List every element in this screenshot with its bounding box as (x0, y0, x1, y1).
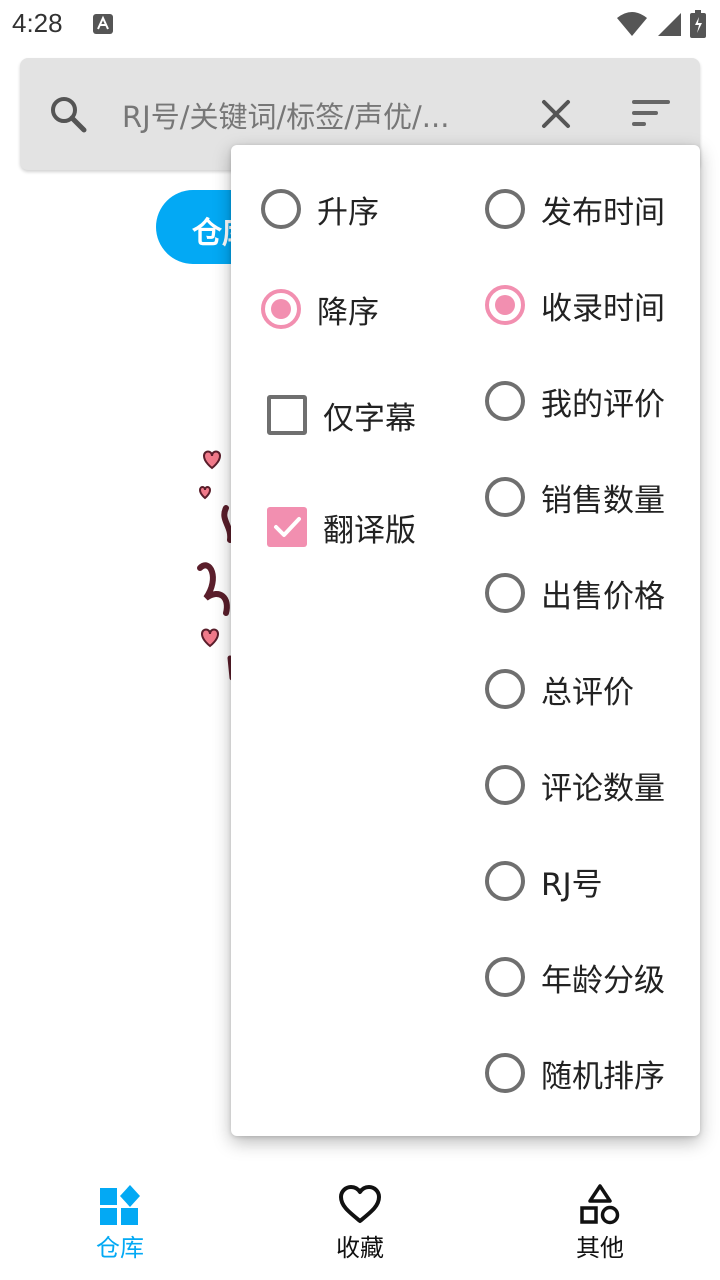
sort-field-price[interactable]: 出售价格 (485, 561, 665, 625)
status-icons (616, 10, 706, 42)
sort-field-my-rating[interactable]: 我的评价 (485, 369, 665, 433)
option-label: 出售价格 (541, 578, 665, 615)
close-icon[interactable] (538, 96, 574, 136)
option-label: 降序 (317, 294, 379, 331)
battery-icon (690, 10, 706, 42)
option-label: RJ号 (541, 866, 603, 903)
sort-field-total-rating[interactable]: 总评价 (485, 657, 634, 721)
option-label: 总评价 (541, 674, 634, 711)
nav-item-warehouse[interactable]: 仓库 (50, 1184, 190, 1263)
nav-item-favorites[interactable]: 收藏 (290, 1184, 430, 1263)
radio-button[interactable] (485, 861, 525, 901)
option-label: 发布时间 (541, 194, 665, 231)
sort-field-age-rating[interactable]: 年龄分级 (485, 945, 665, 1009)
order-descending-option[interactable]: 降序 (261, 277, 379, 341)
status-time: 4:28 (12, 8, 63, 38)
bottom-nav: 仓库 收藏 其他 (0, 1170, 720, 1280)
nav-label: 仓库 (96, 1234, 144, 1262)
search-icon[interactable] (48, 94, 88, 138)
radio-button-selected[interactable] (261, 289, 301, 329)
option-label: 我的评价 (541, 386, 665, 423)
radio-button[interactable] (485, 957, 525, 997)
option-label: 仅字幕 (323, 400, 416, 437)
radio-button[interactable] (485, 669, 525, 709)
sort-field-review-count[interactable]: 评论数量 (485, 753, 665, 817)
sort-field-random[interactable]: 随机排序 (485, 1041, 665, 1105)
radio-button[interactable] (485, 381, 525, 421)
option-label: 销售数量 (541, 482, 665, 519)
nav-item-other[interactable]: 其他 (530, 1184, 670, 1263)
order-ascending-option[interactable]: 升序 (261, 177, 379, 241)
option-label: 收录时间 (541, 290, 665, 327)
checkbox-checked[interactable] (267, 507, 307, 547)
sort-icon[interactable] (632, 98, 670, 132)
option-label: 升序 (317, 194, 379, 231)
sort-field-sales[interactable]: 销售数量 (485, 465, 665, 529)
wifi-icon (616, 11, 648, 41)
shapes-icon (580, 1184, 620, 1225)
heart-icon (339, 1185, 381, 1223)
sort-field-added-date[interactable]: 收录时间 (485, 273, 665, 337)
search-input[interactable]: RJ号/关键词/标签/声优/... (122, 94, 502, 136)
check-icon (274, 517, 301, 537)
grid-diamond-icon (100, 1185, 140, 1225)
nav-label: 收藏 (336, 1234, 384, 1262)
signal-icon (656, 11, 682, 41)
radio-button[interactable] (485, 189, 525, 229)
option-label: 翻译版 (323, 512, 416, 549)
radio-button-selected[interactable] (485, 285, 525, 325)
sort-field-rj-number[interactable]: RJ号 (485, 849, 603, 913)
radio-button[interactable] (485, 1053, 525, 1093)
option-label: 年龄分级 (541, 962, 665, 999)
radio-button[interactable] (485, 765, 525, 805)
filter-subtitles-only[interactable]: 仅字幕 (267, 383, 416, 447)
nav-label: 其他 (576, 1234, 624, 1262)
filter-translated[interactable]: 翻译版 (267, 495, 416, 559)
option-label: 随机排序 (541, 1058, 665, 1095)
radio-button[interactable] (261, 189, 301, 229)
sort-field-release-date[interactable]: 发布时间 (485, 177, 665, 241)
notification-icon (92, 13, 114, 39)
radio-button[interactable] (485, 573, 525, 613)
checkbox[interactable] (267, 395, 307, 435)
sort-filter-menu: 升序 降序 仅字幕 翻译版 发布时间 收录时间 我的评价 销售数量 出售价格 总… (231, 145, 700, 1136)
status-bar: 4:28 (0, 0, 720, 50)
radio-button[interactable] (485, 477, 525, 517)
option-label: 评论数量 (541, 770, 665, 807)
